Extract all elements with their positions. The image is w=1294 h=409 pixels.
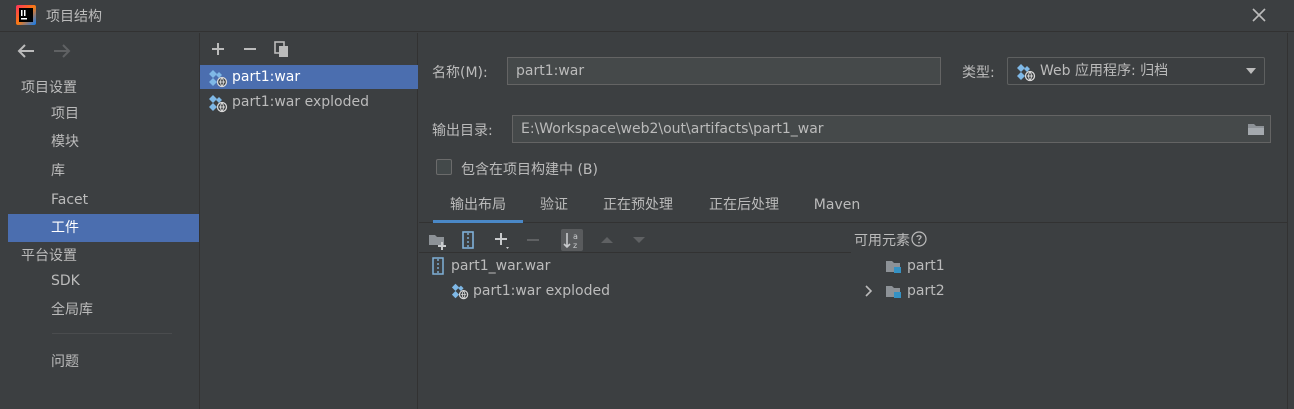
help-icon[interactable] bbox=[911, 231, 927, 247]
add-copy-icon[interactable] bbox=[491, 229, 513, 251]
include-in-build-label: 包含在项目构建中 (B) bbox=[461, 162, 598, 178]
tab-output-layout[interactable]: 输出布局 bbox=[433, 193, 523, 223]
title-bar: 项目结构 bbox=[0, 0, 1294, 32]
remove-icon[interactable] bbox=[522, 229, 544, 251]
tab-maven[interactable]: Maven bbox=[805, 193, 869, 223]
output-dir-value: E:\Workspace\web2\out\artifacts\part1_wa… bbox=[521, 121, 824, 137]
artifacts-toolbar bbox=[200, 33, 418, 63]
available-item-label: part1 bbox=[907, 258, 945, 274]
artifact-tabs: 输出布局 验证 正在预处理 正在后处理 Maven bbox=[419, 193, 1294, 223]
type-label: 类型: bbox=[962, 65, 995, 81]
window-edge bbox=[1287, 33, 1294, 409]
platform-settings-header: 平台设置 bbox=[21, 248, 77, 264]
tab-validation[interactable]: 验证 bbox=[529, 193, 579, 223]
nav-item-libraries[interactable]: 库 bbox=[8, 157, 199, 185]
name-field[interactable]: part1:war bbox=[507, 57, 941, 85]
folder-open-icon[interactable] bbox=[1246, 120, 1266, 138]
tab-pre-processing[interactable]: 正在预处理 bbox=[593, 193, 683, 223]
nav-item-problems[interactable]: 问题 bbox=[8, 348, 199, 376]
war-archive-icon bbox=[432, 257, 444, 275]
artifact-icon bbox=[209, 95, 228, 113]
intellij-logo-icon bbox=[16, 5, 36, 25]
artifact-details-panel: 名称(M): part1:war 类型: Web 应用程序: 归档 输出目录: … bbox=[419, 33, 1294, 409]
tree-row-label: part1:war exploded bbox=[473, 283, 610, 299]
tab-post-processing[interactable]: 正在后处理 bbox=[699, 193, 789, 223]
create-directory-icon[interactable] bbox=[426, 229, 448, 251]
copy-icon[interactable] bbox=[272, 39, 292, 59]
output-dir-label: 输出目录: bbox=[432, 123, 493, 139]
available-item-part2[interactable]: part2 bbox=[885, 280, 1185, 302]
output-dir-field[interactable]: E:\Workspace\web2\out\artifacts\part1_wa… bbox=[512, 115, 1271, 143]
move-down-icon[interactable] bbox=[628, 229, 650, 251]
available-elements-header: 可用元素 bbox=[854, 230, 927, 250]
available-elements-label: 可用元素 bbox=[854, 233, 910, 249]
settings-nav: 项目设置 项目 模块 库 Facet 工件 平台设置 SDK 全局库 问题 bbox=[0, 33, 200, 409]
svg-text:z: z bbox=[573, 241, 577, 250]
artifact-item-part1-war[interactable]: part1:war bbox=[200, 65, 418, 89]
module-folder-icon bbox=[886, 261, 901, 273]
arrow-left-icon[interactable] bbox=[16, 41, 38, 61]
artifact-icon bbox=[1017, 64, 1036, 82]
output-layout-toolbar: a z bbox=[419, 225, 851, 253]
tree-row-war-archive[interactable]: part1_war.war bbox=[429, 255, 829, 277]
window-title: 项目结构 bbox=[46, 9, 102, 25]
sort-alphabetically-icon[interactable]: a z bbox=[561, 229, 583, 251]
include-in-build-checkbox[interactable] bbox=[436, 159, 452, 175]
nav-item-project[interactable]: 项目 bbox=[8, 100, 199, 128]
type-value: Web 应用程序: 归档 bbox=[1040, 63, 1169, 79]
arrow-right-icon[interactable] bbox=[50, 41, 72, 61]
nav-item-sdks[interactable]: SDK bbox=[8, 267, 199, 295]
project-settings-header: 项目设置 bbox=[21, 80, 77, 96]
artifact-item-part1-war-exploded[interactable]: part1:war exploded bbox=[200, 90, 418, 114]
remove-icon[interactable] bbox=[240, 39, 260, 59]
artifact-icon bbox=[451, 283, 469, 300]
artifact-icon bbox=[209, 70, 228, 88]
svg-text:a: a bbox=[573, 232, 578, 241]
tree-row-label: part1_war.war bbox=[451, 258, 551, 274]
tree-row-exploded-artifact[interactable]: part1:war exploded bbox=[451, 280, 831, 302]
available-item-label: part2 bbox=[907, 283, 945, 299]
nav-divider bbox=[52, 333, 172, 334]
close-icon[interactable] bbox=[1250, 6, 1268, 24]
archive-icon[interactable] bbox=[457, 229, 479, 251]
artifact-label: part1:war exploded bbox=[232, 94, 369, 110]
nav-item-modules[interactable]: 模块 bbox=[8, 128, 199, 156]
chevron-right-icon[interactable] bbox=[861, 284, 875, 298]
module-folder-icon bbox=[886, 286, 901, 298]
nav-item-global-libraries[interactable]: 全局库 bbox=[8, 296, 199, 324]
name-label: 名称(M): bbox=[432, 65, 488, 81]
available-item-part1[interactable]: part1 bbox=[885, 255, 1185, 277]
chevron-down-icon bbox=[1246, 68, 1256, 74]
move-up-icon[interactable] bbox=[596, 229, 618, 251]
add-icon[interactable] bbox=[208, 39, 228, 59]
type-dropdown[interactable]: Web 应用程序: 归档 bbox=[1007, 57, 1265, 85]
nav-item-facets[interactable]: Facet bbox=[8, 186, 199, 214]
artifacts-list-panel: part1:war part1:war exploded bbox=[200, 33, 418, 409]
artifact-label: part1:war bbox=[232, 69, 301, 85]
nav-item-artifacts[interactable]: 工件 bbox=[8, 214, 199, 242]
